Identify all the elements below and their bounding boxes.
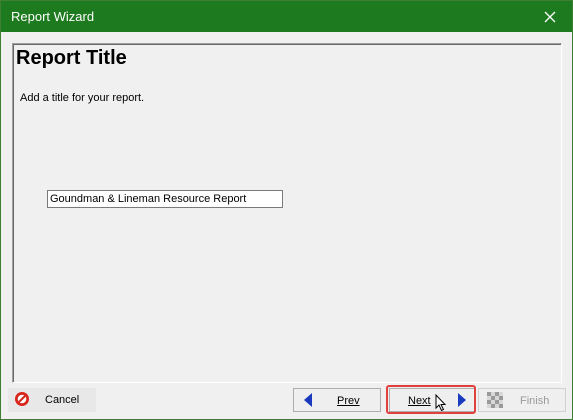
prev-button-label: Prev <box>337 395 360 407</box>
cancel-button[interactable]: Cancel <box>8 388 96 412</box>
report-wizard-window: Report Wizard Report Title Add a title f… <box>0 0 573 420</box>
window-title: Report Wizard <box>11 9 95 24</box>
title-bar[interactable]: Report Wizard <box>1 1 572 32</box>
mouse-cursor-icon <box>435 394 447 412</box>
wizard-content-panel: Report Title Add a title for your report… <box>12 43 562 383</box>
report-title-input[interactable] <box>47 190 283 208</box>
right-triangle-icon <box>458 393 466 407</box>
next-button[interactable]: Next <box>389 388 475 412</box>
finish-button[interactable]: Finish <box>478 388 566 412</box>
prev-button[interactable]: Prev <box>293 388 381 412</box>
no-entry-icon <box>15 392 29 406</box>
close-icon <box>544 11 556 22</box>
page-subtitle: Add a title for your report. <box>20 92 145 104</box>
cancel-button-label: Cancel <box>45 394 80 406</box>
finish-button-label: Finish <box>520 395 550 407</box>
close-button[interactable] <box>528 1 572 32</box>
page-title: Report Title <box>16 47 127 69</box>
next-button-label: Next <box>408 395 431 407</box>
checkered-flag-icon <box>487 392 503 408</box>
left-triangle-icon <box>304 393 312 407</box>
